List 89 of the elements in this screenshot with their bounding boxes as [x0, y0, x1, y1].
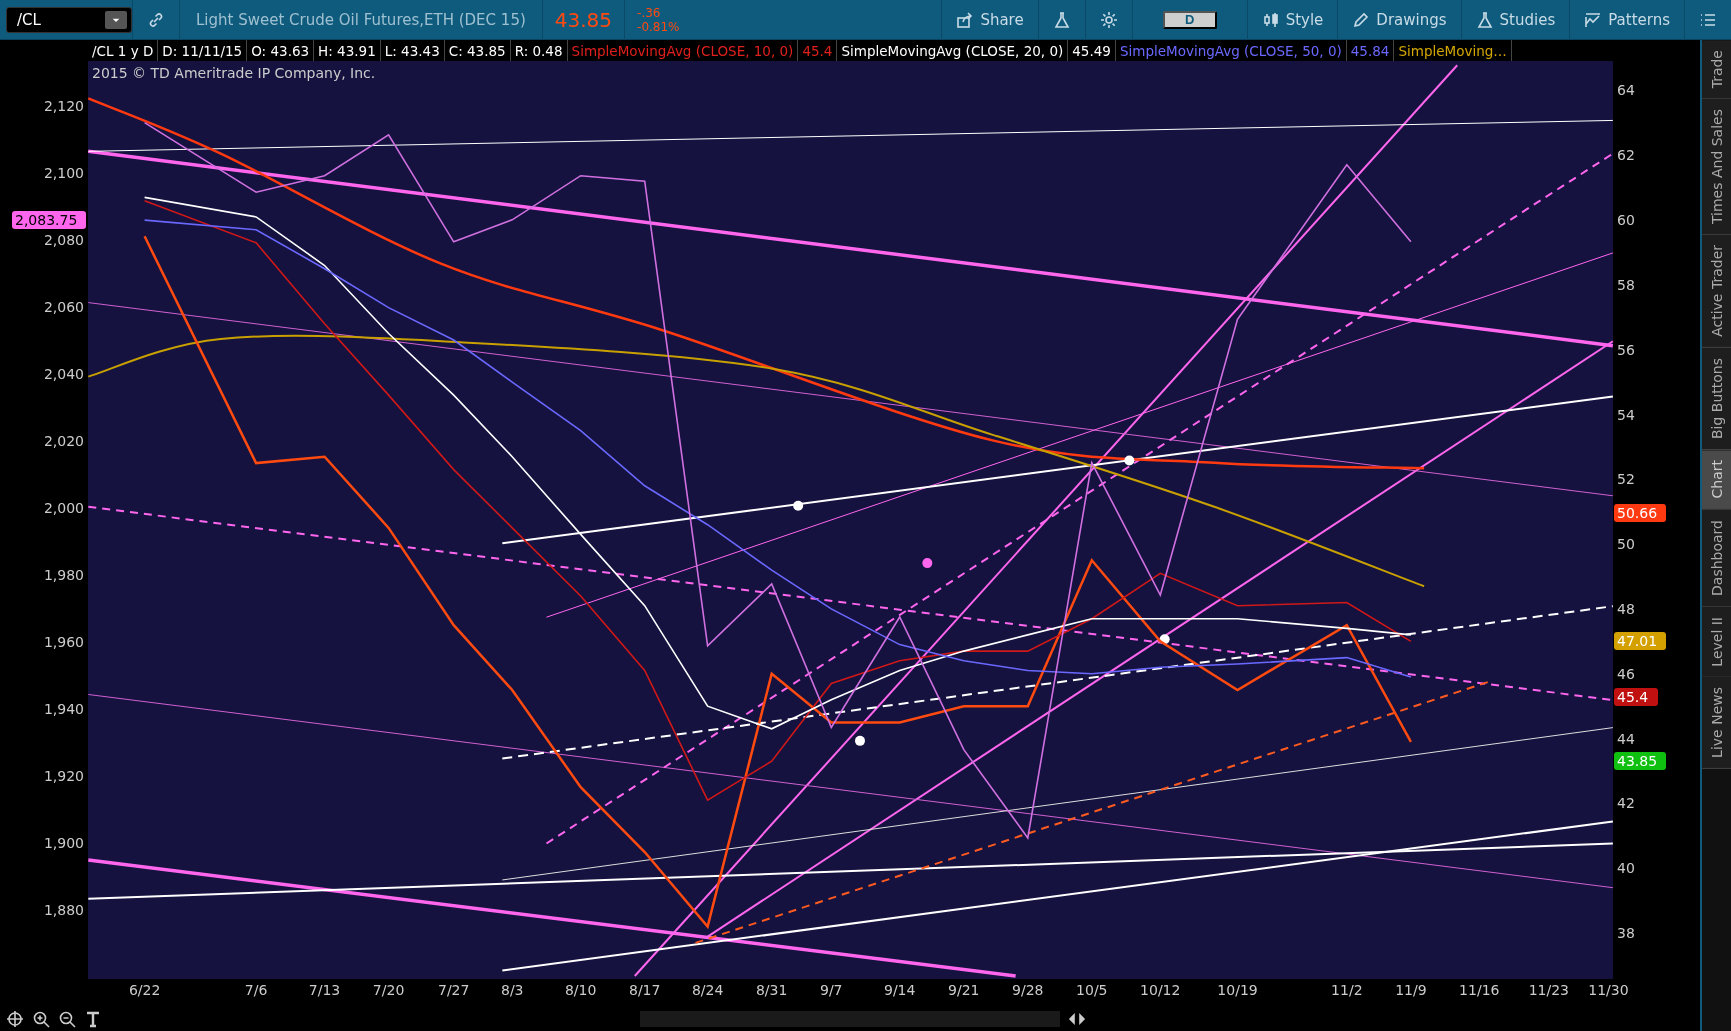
axis-label: 2,040	[43, 366, 84, 383]
scrollbar[interactable]	[640, 1010, 1060, 1027]
axis-label: 38	[1617, 925, 1635, 942]
side-tab[interactable]: Trade	[1702, 40, 1731, 100]
side-tab[interactable]: Live News	[1702, 677, 1731, 770]
axis-label: 9/28	[1012, 982, 1044, 999]
axis-label: 2,080	[43, 232, 84, 249]
axis-label: 9/7	[820, 982, 843, 999]
axis-label: 2,120	[43, 98, 84, 115]
axis-label: 44	[1617, 730, 1635, 747]
axis-label: 1,880	[43, 902, 84, 919]
share-icon	[956, 10, 975, 29]
side-tab[interactable]: Level II	[1702, 606, 1731, 678]
flask-icon	[1475, 10, 1494, 29]
toolbar-button[interactable]: Share	[941, 0, 1038, 40]
pattern-icon	[1584, 10, 1603, 29]
axis-label: 1,940	[43, 701, 84, 718]
axis-label: 62	[1617, 147, 1635, 164]
axis-label: 9/21	[948, 982, 980, 999]
axis-label: 54	[1617, 406, 1635, 423]
axis-label: 7/6	[244, 982, 268, 999]
axis-label: 1,960	[43, 634, 84, 651]
settings-icon	[1099, 10, 1118, 29]
zoom-in-icon[interactable]	[32, 1009, 50, 1028]
axis-label: 8/24	[691, 982, 724, 999]
axis-label: 56	[1617, 341, 1635, 358]
axis-label: 64	[1617, 82, 1635, 99]
link-icon	[147, 10, 165, 29]
percent-change: -0.81%	[637, 19, 681, 34]
axis-label: 8/3	[500, 982, 524, 999]
symbol-field[interactable]: /CL	[6, 6, 132, 33]
price-badge: 2,083.75	[12, 211, 86, 230]
text-tool-icon[interactable]	[84, 1009, 102, 1028]
axis-label: 48	[1617, 601, 1635, 618]
toolbar-button[interactable]: Drawings	[1337, 0, 1461, 40]
zoom-out-icon[interactable]	[58, 1009, 76, 1028]
price-badge: 43.85	[1614, 752, 1666, 771]
axis-label: 50	[1617, 536, 1635, 553]
axis-label: 46	[1617, 665, 1635, 682]
axis-label: 2,060	[43, 299, 84, 316]
dropdown-button[interactable]	[105, 10, 127, 29]
copyright-text: 2015 © TD Ameritrade IP Company, Inc.	[92, 65, 376, 82]
axis-label: 58	[1617, 277, 1635, 293]
toolbar-button[interactable]: Patterns	[1569, 0, 1684, 40]
axis-label: 2,020	[43, 433, 84, 450]
axis-label: 40	[1617, 860, 1635, 877]
axis-label: 42	[1617, 795, 1635, 812]
axis-label: 6/22	[128, 982, 161, 999]
period-selector[interactable]: D	[1162, 10, 1217, 29]
side-tab[interactable]: Chart	[1702, 450, 1731, 510]
axis-label: 7/13	[308, 982, 341, 999]
price-badge: 50.66	[1614, 504, 1666, 523]
axis-label: 1,920	[43, 768, 84, 785]
axis-label: 11/30	[1588, 982, 1629, 999]
side-tab[interactable]: Dashboard	[1702, 509, 1731, 607]
axis-label: 8/10	[564, 982, 597, 999]
last-price: 43.85	[541, 0, 625, 40]
axis-label: 11/16	[1459, 982, 1500, 999]
axis-label: 8/17	[629, 982, 661, 999]
axis-label: 2,000	[43, 500, 84, 517]
symbol-text: /CL	[17, 10, 41, 29]
price-change: -.36	[637, 5, 662, 20]
price-badge: 47.01	[1614, 632, 1666, 651]
crosshair-icon[interactable]	[6, 1009, 24, 1028]
axis-label: 7/20	[372, 982, 405, 999]
axis-label: 1,980	[43, 567, 84, 584]
side-tab[interactable]: Times And Sales	[1702, 99, 1731, 236]
axis-label: 10/12	[1140, 982, 1181, 999]
candlestick-icon	[1261, 10, 1280, 29]
toolbar-button[interactable]: Studies	[1460, 0, 1570, 40]
axis-label: 9/14	[884, 982, 916, 999]
instrument-description: Light Sweet Crude Oil Futures,ETH (DEC 15)	[179, 0, 542, 40]
side-tab[interactable]: Big Buttons	[1702, 348, 1731, 451]
axis-label: 8/31	[755, 982, 788, 999]
toolbar-button[interactable]: Style	[1246, 0, 1338, 40]
pencil-icon	[1352, 10, 1371, 29]
axis-label: 1,900	[43, 835, 84, 852]
axis-label: 10/5	[1076, 982, 1108, 999]
side-tab[interactable]: Active Trader	[1702, 235, 1731, 349]
axis-label: 11/2	[1331, 982, 1363, 999]
axis-label: 11/23	[1528, 982, 1570, 999]
axis-label: 10/19	[1217, 982, 1258, 999]
axis-label: 2,100	[43, 165, 84, 182]
price-badge: 45.4	[1614, 688, 1658, 707]
flask-icon	[1052, 10, 1071, 29]
axis-label: 7/27	[438, 982, 470, 999]
axis-label: 60	[1617, 212, 1635, 229]
axis-label: 11/9	[1395, 982, 1427, 999]
axis-label: 52	[1617, 471, 1635, 488]
